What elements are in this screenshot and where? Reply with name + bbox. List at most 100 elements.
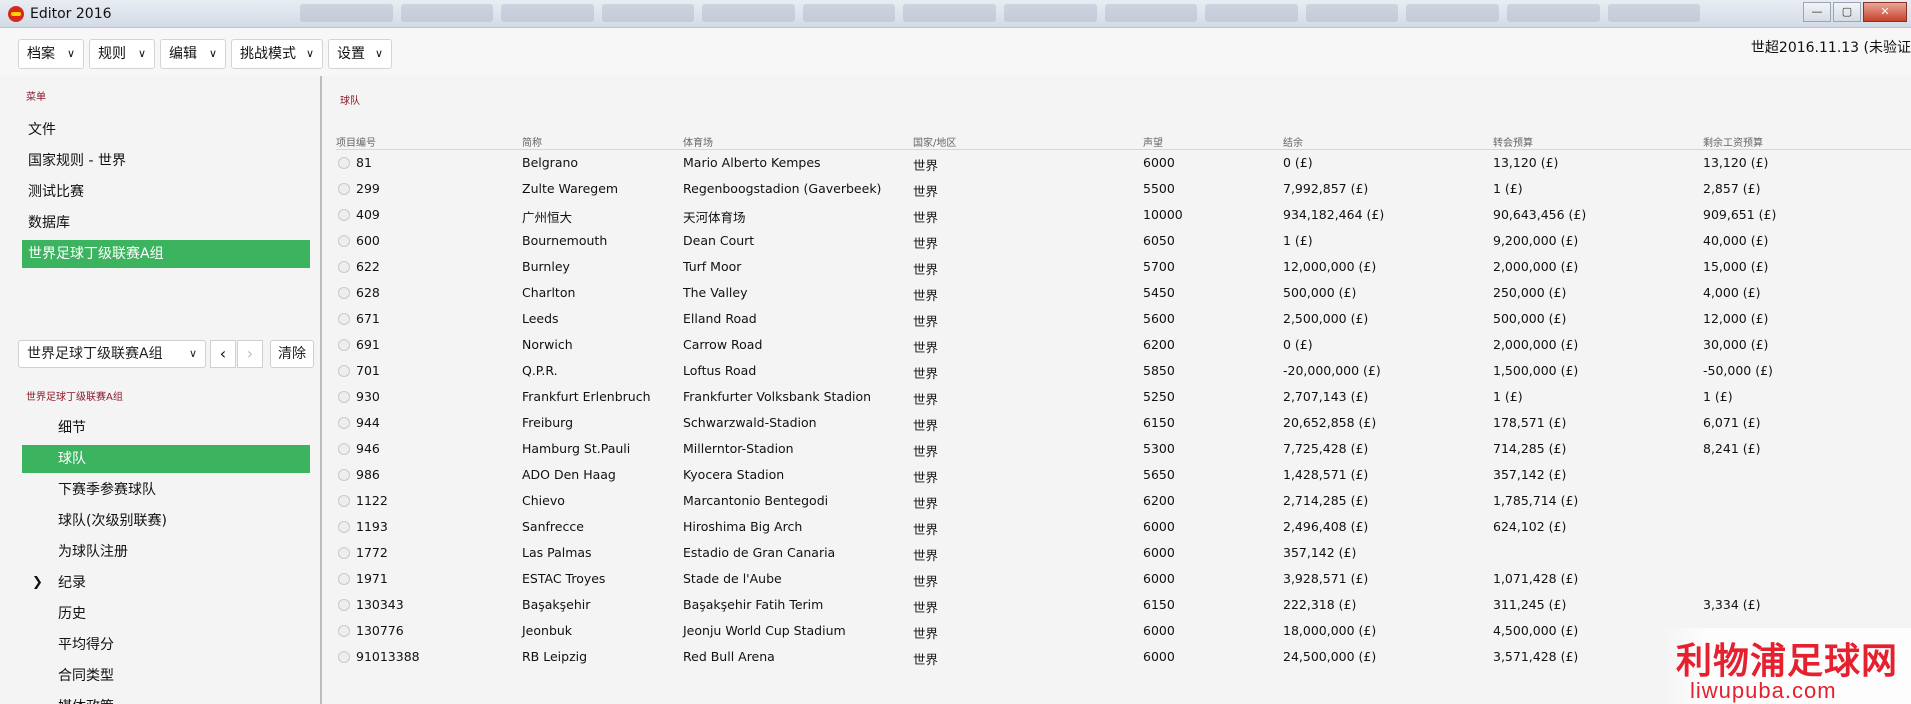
sidebar-item-database[interactable]: 数据库 — [22, 209, 310, 237]
row-select-radio[interactable] — [338, 313, 350, 325]
sidebar-item-details[interactable]: 细节 — [22, 414, 310, 442]
col-header-short-name[interactable]: 简称 — [522, 134, 542, 149]
table-row[interactable]: 81 Belgrano Mario Alberto Kempes 世界 6000 0 (£… — [336, 150, 1911, 176]
sidebar-item-teams-lower-league[interactable]: 球队(次级别联赛) — [22, 507, 310, 535]
row-select-radio[interactable] — [338, 339, 350, 351]
col-header-reputation[interactable]: 声望 — [1143, 134, 1163, 149]
table-row[interactable]: 1193 Sanfrecce Hiroshima Big Arch 世界 6000 2,4… — [336, 514, 1911, 540]
table-row[interactable]: 1971 ESTAC Troyes Stade de l'Aube 世界 6000 3,9… — [336, 566, 1911, 592]
menu-file[interactable]: 档案 ∨ — [18, 39, 84, 69]
cell-wage-budget: 40,000 (£) — [1703, 233, 1769, 248]
cell-balance: 357,142 (£) — [1283, 545, 1357, 560]
cell-stadium: Regenboogstadion (Gaverbeek) — [683, 181, 882, 196]
row-select-radio[interactable] — [338, 599, 350, 611]
row-select-radio[interactable] — [338, 287, 350, 299]
table-row[interactable]: 930 Frankfurt Erlenbruch Frankfurter Volks… — [336, 384, 1911, 410]
cell-reputation: 6000 — [1143, 649, 1175, 664]
chevron-down-icon: ∨ — [188, 347, 197, 360]
col-header-stadium[interactable]: 体育场 — [683, 134, 713, 149]
col-header-balance[interactable]: 结余 — [1283, 134, 1303, 149]
cell-reputation: 5850 — [1143, 363, 1175, 378]
col-header-wage-budget[interactable]: 剩余工资预算 — [1703, 134, 1763, 149]
sidebar-item-history[interactable]: 历史 — [22, 600, 310, 628]
row-select-radio[interactable] — [338, 651, 350, 663]
cell-transfer-budget: 311,245 (£) — [1493, 597, 1567, 612]
row-select-radio[interactable] — [338, 495, 350, 507]
next-league-button[interactable]: › — [237, 340, 263, 368]
table-row[interactable]: 622 Burnley Turf Moor 世界 5700 12,000,000 (£) 2… — [336, 254, 1911, 280]
table-row[interactable]: 409 广州恒大 天河体育场 世界 10000 934,182,464 (£) 90,643… — [336, 202, 1911, 228]
col-header-id[interactable]: 项目编号 — [336, 134, 376, 149]
table-row[interactable]: 1772 Las Palmas Estadio de Gran Canaria 世界 6… — [336, 540, 1911, 566]
sidebar-item-file[interactable]: 文件 — [22, 116, 310, 144]
table-row[interactable]: 986 ADO Den Haag Kyocera Stadion 世界 5650 1,42… — [336, 462, 1911, 488]
col-header-country[interactable]: 国家/地区 — [913, 134, 956, 149]
sidebar-item-records[interactable]: ❯ 纪录 — [22, 569, 310, 597]
chevron-down-icon: ∨ — [208, 47, 217, 60]
cell-stadium: 天河体育场 — [683, 210, 746, 225]
table-row[interactable]: 701 Q.P.R. Loftus Road 世界 5850 -20,000,000 (£… — [336, 358, 1911, 384]
menu-challenge-mode[interactable]: 挑战模式 ∨ — [231, 39, 323, 69]
table-row[interactable]: 944 Freiburg Schwarzwald-Stadion 世界 6150 20,6… — [336, 410, 1911, 436]
table-row[interactable]: 299 Zulte Waregem Regenboogstadion (Gaverb… — [336, 176, 1911, 202]
cell-country: 世界 — [913, 288, 939, 303]
league-select[interactable]: 世界足球丁级联赛A组 ∨ — [18, 340, 206, 368]
sidebar-item-teams[interactable]: 球队 — [22, 445, 310, 473]
row-select-radio[interactable] — [338, 157, 350, 169]
row-select-radio[interactable] — [338, 391, 350, 403]
row-select-radio[interactable] — [338, 209, 350, 221]
menu-settings[interactable]: 设置 ∨ — [328, 39, 392, 69]
cell-id: 701 — [356, 363, 380, 378]
sidebar-item-contract-types[interactable]: 合同类型 — [22, 662, 310, 690]
row-select-radio[interactable] — [338, 547, 350, 559]
row-select-radio[interactable] — [338, 573, 350, 585]
table-row[interactable]: 691 Norwich Carrow Road 世界 6200 0 (£) 2,000,00… — [336, 332, 1911, 358]
cell-stadium: Carrow Road — [683, 337, 763, 352]
row-select-radio[interactable] — [338, 365, 350, 377]
cell-balance: 20,652,858 (£) — [1283, 415, 1377, 430]
table-row[interactable]: 946 Hamburg St.Pauli Millerntor-Stadion 世界 5… — [336, 436, 1911, 462]
menu-edit[interactable]: 编辑 ∨ — [160, 39, 226, 69]
row-select-radio[interactable] — [338, 417, 350, 429]
clear-button[interactable]: 清除 — [270, 340, 314, 368]
sidebar-item-team-registration[interactable]: 为球队注册 — [22, 538, 310, 566]
cell-short-name: Jeonbuk — [522, 623, 573, 638]
col-header-transfer-budget[interactable]: 转会预算 — [1493, 134, 1533, 149]
sidebar-item-media-policy[interactable]: 媒体政策 — [22, 693, 310, 704]
cell-country: 世界 — [913, 470, 939, 485]
close-button[interactable]: ✕ — [1863, 2, 1907, 22]
sidebar-item-country-rules[interactable]: 国家规则 - 世界 — [22, 147, 310, 175]
row-select-radio[interactable] — [338, 469, 350, 481]
row-select-radio[interactable] — [338, 261, 350, 273]
sidebar-item-test-match[interactable]: 测试比赛 — [22, 178, 310, 206]
table-row[interactable]: 600 Bournemouth Dean Court 世界 6050 1 (£) 9,200… — [336, 228, 1911, 254]
cell-country: 世界 — [913, 366, 939, 381]
table-row[interactable]: 671 Leeds Elland Road 世界 5600 2,500,000 (£) 50… — [336, 306, 1911, 332]
menu-rules[interactable]: 规则 ∨ — [89, 39, 155, 69]
row-select-radio[interactable] — [338, 235, 350, 247]
cell-balance: 222,318 (£) — [1283, 597, 1357, 612]
cell-wage-budget: 6,071 (£) — [1703, 415, 1761, 430]
sidebar-item-next-season-teams[interactable]: 下赛季参赛球队 — [22, 476, 310, 504]
cell-balance: 500,000 (£) — [1283, 285, 1357, 300]
cell-short-name: Chievo — [522, 493, 565, 508]
minimize-button[interactable]: — — [1803, 2, 1831, 22]
cell-reputation: 6050 — [1143, 233, 1175, 248]
cell-stadium: Jeonju World Cup Stadium — [683, 623, 846, 638]
sidebar-item-league[interactable]: 世界足球丁级联赛A组 — [22, 240, 310, 268]
row-select-radio[interactable] — [338, 625, 350, 637]
row-select-radio[interactable] — [338, 443, 350, 455]
table-row[interactable]: 1122 Chievo Marcantonio Bentegodi 世界 6200 2,7… — [336, 488, 1911, 514]
maximize-button[interactable]: ▢ — [1833, 2, 1861, 22]
main-panel: 球队 项目编号 简称 体育场 国家/地区 声望 结余 转会预算 剩余工资预算 8… — [324, 76, 1911, 704]
row-select-radio[interactable] — [338, 183, 350, 195]
row-select-radio[interactable] — [338, 521, 350, 533]
table-row[interactable]: 628 Charlton The Valley 世界 5450 500,000 (£) 25… — [336, 280, 1911, 306]
cell-id: 691 — [356, 337, 380, 352]
cell-wage-budget: -50,000 (£) — [1703, 363, 1773, 378]
cell-short-name: Frankfurt Erlenbruch — [522, 389, 651, 404]
table-row[interactable]: 130343 Başakşehir Başakşehir Fatih Terim 世界… — [336, 592, 1911, 618]
prev-league-button[interactable]: ‹ — [210, 340, 236, 368]
cell-transfer-budget: 1,500,000 (£) — [1493, 363, 1579, 378]
sidebar-item-average-score[interactable]: 平均得分 — [22, 631, 310, 659]
